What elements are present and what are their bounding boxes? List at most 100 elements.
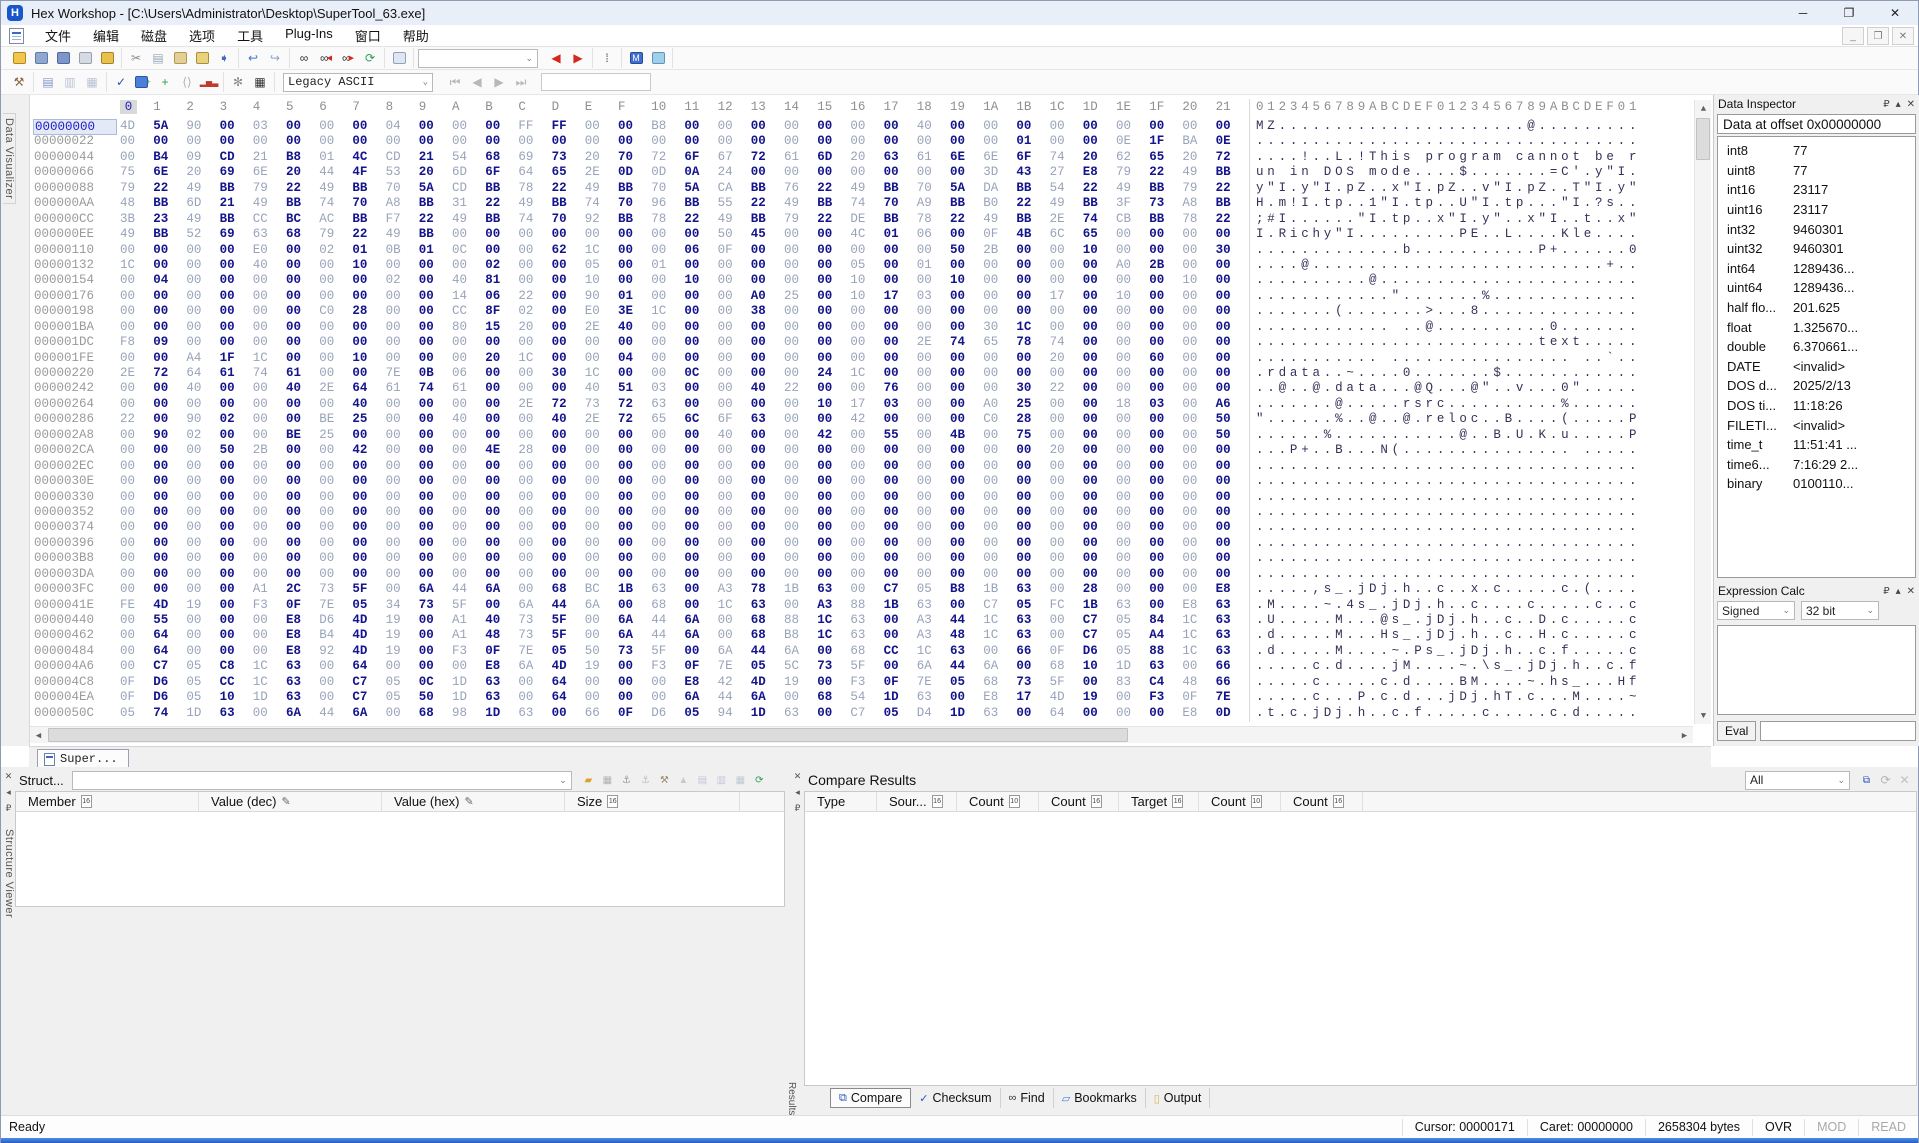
hex-byte[interactable]: 00 bbox=[751, 551, 781, 565]
hex-byte[interactable]: 00 bbox=[319, 520, 349, 534]
hex-byte[interactable]: 73 bbox=[552, 150, 582, 164]
hex-byte[interactable]: 00 bbox=[319, 119, 349, 133]
goto-icon[interactable] bbox=[389, 49, 409, 67]
hex-byte[interactable]: 00 bbox=[884, 165, 914, 179]
hex-byte[interactable]: 00 bbox=[1149, 536, 1179, 550]
hex-byte[interactable]: 00 bbox=[917, 320, 947, 334]
hex-byte[interactable]: 00 bbox=[220, 474, 250, 488]
hex-byte[interactable]: 00 bbox=[485, 428, 515, 442]
hex-byte[interactable]: 00 bbox=[1083, 351, 1113, 365]
hex-byte[interactable]: 00 bbox=[153, 258, 183, 272]
hex-byte[interactable]: 50 bbox=[1216, 428, 1246, 442]
hex-byte[interactable]: 00 bbox=[120, 273, 150, 287]
hex-byte[interactable]: 00 bbox=[1182, 227, 1212, 241]
hex-byte[interactable]: 05 bbox=[186, 675, 216, 689]
ascii-text[interactable]: .............b...........P+......0 bbox=[1256, 243, 1640, 257]
hex-byte[interactable]: 00 bbox=[684, 459, 714, 473]
structures-icon[interactable]: ⚒ bbox=[9, 73, 29, 91]
hex-byte[interactable]: 00 bbox=[220, 428, 250, 442]
hex-byte[interactable]: 00 bbox=[718, 351, 748, 365]
hex-byte[interactable]: E8 bbox=[485, 659, 515, 673]
hex-byte[interactable]: 64 bbox=[186, 366, 216, 380]
hex-byte[interactable]: 00 bbox=[120, 443, 150, 457]
ascii-text[interactable]: .................................. bbox=[1256, 474, 1640, 488]
hex-byte[interactable]: 00 bbox=[518, 412, 548, 426]
hex-byte[interactable]: 00 bbox=[1182, 520, 1212, 534]
ascii-text[interactable]: H.m!I.tp..1"I.tp..U"I.tp..."I.?s.. bbox=[1256, 196, 1640, 210]
hex-byte[interactable]: 00 bbox=[1149, 273, 1179, 287]
hex-byte[interactable]: 03 bbox=[884, 397, 914, 411]
ascii-text[interactable]: MZ......................@......... bbox=[1256, 119, 1640, 133]
hex-byte[interactable]: 94 bbox=[718, 706, 748, 720]
ascii-text[interactable]: ............".......%............. bbox=[1256, 289, 1640, 303]
hex-byte[interactable]: A0 bbox=[983, 397, 1013, 411]
hex-byte[interactable]: 7E bbox=[1216, 690, 1246, 704]
hex-byte[interactable]: 00 bbox=[784, 119, 814, 133]
hex-byte[interactable]: 50 bbox=[419, 690, 449, 704]
hex-byte[interactable]: 44 bbox=[552, 598, 582, 612]
hex-byte[interactable]: 74 bbox=[518, 212, 548, 226]
hex-byte[interactable]: 00 bbox=[352, 273, 382, 287]
hex-byte[interactable]: 00 bbox=[552, 536, 582, 550]
hex-byte[interactable]: 00 bbox=[419, 397, 449, 411]
hex-byte[interactable]: 70 bbox=[618, 196, 648, 210]
hex-byte[interactable]: 88 bbox=[850, 598, 880, 612]
hex-byte[interactable]: 00 bbox=[718, 567, 748, 581]
hex-byte[interactable]: 6F bbox=[684, 150, 714, 164]
hex-byte[interactable]: E8 bbox=[1083, 165, 1113, 179]
hex-byte[interactable]: 00 bbox=[1182, 119, 1212, 133]
hex-byte[interactable]: 00 bbox=[684, 289, 714, 303]
hex-byte[interactable]: 00 bbox=[718, 443, 748, 457]
hex-byte[interactable]: 22 bbox=[1016, 196, 1046, 210]
hex-byte[interactable]: 00 bbox=[917, 505, 947, 519]
hex-byte[interactable]: 00 bbox=[618, 659, 648, 673]
hex-byte[interactable]: 63 bbox=[983, 706, 1013, 720]
hex-byte[interactable]: 61 bbox=[286, 366, 316, 380]
hex-byte[interactable]: 6A bbox=[684, 613, 714, 627]
hex-byte[interactable]: 78 bbox=[1016, 335, 1046, 349]
hex-byte[interactable]: 00 bbox=[286, 119, 316, 133]
hex-byte[interactable]: 00 bbox=[286, 505, 316, 519]
hex-byte[interactable]: 00 bbox=[220, 335, 250, 349]
hex-byte[interactable]: 42 bbox=[352, 443, 382, 457]
hex-byte[interactable]: 00 bbox=[1182, 474, 1212, 488]
hex-byte[interactable]: 00 bbox=[153, 320, 183, 334]
hex-byte[interactable]: 00 bbox=[1182, 567, 1212, 581]
hex-byte[interactable]: 68 bbox=[552, 582, 582, 596]
hex-byte[interactable]: 00 bbox=[153, 412, 183, 426]
hex-byte[interactable]: 00 bbox=[751, 258, 781, 272]
compare-filter-select[interactable]: All ⌄ bbox=[1745, 771, 1850, 790]
run-compare-icon[interactable]: ⧉ bbox=[1858, 773, 1875, 788]
cut-icon[interactable]: ✂ bbox=[126, 49, 146, 67]
hex-byte[interactable]: 00 bbox=[386, 397, 416, 411]
hex-byte[interactable]: 4B bbox=[1016, 227, 1046, 241]
ascii-text[interactable]: y"I.y"I.pZ..x"I.pZ..v"I.pZ..T"I.y" bbox=[1256, 181, 1640, 195]
hex-byte[interactable]: 00 bbox=[319, 134, 349, 148]
hex-byte[interactable]: F7 bbox=[386, 212, 416, 226]
hex-byte[interactable]: 00 bbox=[651, 520, 681, 534]
hex-byte[interactable]: 00 bbox=[718, 628, 748, 642]
encoding-select[interactable]: Legacy ASCII⌄ bbox=[283, 73, 433, 92]
hex-byte[interactable]: 00 bbox=[651, 443, 681, 457]
hex-byte[interactable]: 00 bbox=[286, 397, 316, 411]
hex-byte[interactable]: 00 bbox=[1083, 119, 1113, 133]
hex-byte[interactable]: F3 bbox=[651, 659, 681, 673]
hex-byte[interactable]: 00 bbox=[1116, 567, 1146, 581]
hex-byte[interactable]: 66 bbox=[585, 706, 615, 720]
hex-byte[interactable]: 05 bbox=[1016, 598, 1046, 612]
hex-byte[interactable]: 92 bbox=[319, 644, 349, 658]
hex-byte[interactable]: 3E bbox=[618, 304, 648, 318]
hex-byte[interactable]: 00 bbox=[983, 490, 1013, 504]
hex-byte[interactable]: C7 bbox=[850, 706, 880, 720]
hex-byte[interactable]: 00 bbox=[751, 165, 781, 179]
hex-byte[interactable]: 00 bbox=[120, 304, 150, 318]
hex-byte[interactable]: 63 bbox=[884, 150, 914, 164]
hex-byte[interactable]: 0F bbox=[718, 243, 748, 257]
hex-byte[interactable]: 5A bbox=[684, 181, 714, 195]
hex-byte[interactable]: 00 bbox=[1050, 567, 1080, 581]
hex-byte[interactable]: 27 bbox=[1050, 165, 1080, 179]
hex-byte[interactable]: 00 bbox=[1216, 273, 1246, 287]
hex-byte[interactable]: 00 bbox=[950, 119, 980, 133]
hex-byte[interactable]: 4C bbox=[352, 150, 382, 164]
hex-byte[interactable]: 00 bbox=[983, 505, 1013, 519]
